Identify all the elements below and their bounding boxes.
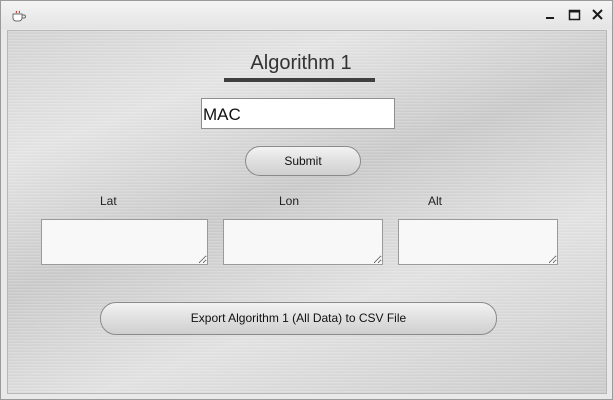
alt-label: Alt	[428, 194, 443, 208]
minimize-button[interactable]	[543, 7, 559, 23]
coffee-cup-icon	[11, 9, 27, 22]
close-icon	[592, 9, 603, 20]
maximize-icon	[568, 9, 581, 21]
submit-button[interactable]: Submit	[245, 146, 361, 176]
lon-label: Lon	[279, 194, 300, 208]
main-panel: Algorithm 1 Submit Lat Lon Alt Export Al…	[7, 30, 607, 394]
alt-field[interactable]	[398, 219, 558, 265]
minimize-icon	[546, 17, 554, 19]
maximize-button[interactable]	[567, 7, 583, 23]
lon-field[interactable]	[223, 219, 383, 265]
page-title: Algorithm 1	[250, 52, 352, 74]
title-underline	[224, 78, 375, 82]
mac-input[interactable]	[201, 98, 395, 129]
lat-label: Lat	[100, 194, 117, 208]
lat-field[interactable]	[41, 219, 208, 265]
close-button[interactable]	[590, 7, 606, 23]
title-bar[interactable]	[1, 1, 612, 29]
export-csv-button[interactable]: Export Algorithm 1 (All Data) to CSV Fil…	[100, 302, 497, 335]
app-window: Algorithm 1 Submit Lat Lon Alt Export Al…	[0, 0, 613, 400]
